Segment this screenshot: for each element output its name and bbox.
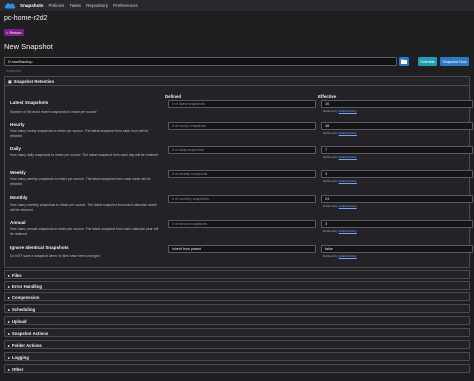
settings-tab-snapshot[interactable]: Snapshot (6, 69, 21, 73)
section-compression[interactable]: ▸ Compression (4, 292, 470, 301)
global-policy-link[interactable]: Global Policy (339, 204, 357, 208)
annual-defined-input[interactable]: # of annual snapshots (168, 220, 316, 228)
row-help-weekly: How many weekly snapshots to retain per … (10, 177, 151, 186)
path-input[interactable]: D:\ws\Backup (4, 57, 397, 66)
global-policy-link[interactable]: Global Policy (339, 229, 357, 233)
retention-header[interactable]: ▣ Snapshot Retention (5, 77, 469, 86)
monthly-defined-input[interactable]: # of monthly snapshots (168, 195, 316, 203)
collapse-icon: ▣ (8, 79, 12, 84)
global-policy-link[interactable]: Global Policy (339, 131, 357, 135)
section-scheduling[interactable]: ▸ Scheduling (4, 304, 470, 313)
latest-defined-by: Defined by Global Policy (323, 109, 357, 113)
section-other[interactable]: ▸ Other (4, 364, 470, 373)
ignore-identical-defined-by: Defined by Global Policy (323, 254, 357, 258)
estimate-button[interactable]: Estimate (418, 57, 437, 66)
section-title: Other (11, 367, 24, 372)
section-icon: ▸ (8, 320, 10, 324)
row-label-latest: Latest Snapshots (10, 100, 49, 105)
row-help-ignore-identical: Do NOT save a snapshot when no files hav… (10, 254, 100, 258)
folder-icon (401, 59, 407, 64)
nav-preferences[interactable]: Preferences (113, 3, 138, 8)
row-label-annual: Annual (10, 220, 26, 225)
section-icon: ▸ (8, 344, 10, 348)
nav-snapshots[interactable]: Snapshots (20, 3, 43, 8)
section-title: Snapshot Actions (11, 331, 49, 336)
retention-title: Snapshot Retention (13, 78, 55, 84)
ignore-identical-effective-value: false (321, 245, 473, 253)
row-help-latest: Number of the most recent snapshots to r… (10, 110, 97, 114)
section-upload[interactable]: ▸ Upload (4, 316, 470, 325)
browse-folder-button[interactable] (399, 57, 409, 66)
section-title: Error Handling (11, 284, 42, 289)
latest-defined-input[interactable]: # of latest snapshots (168, 100, 316, 108)
daily-effective-value: 7 (321, 146, 473, 154)
top-navbar: Snapshots Policies Tasks Repository Pref… (0, 0, 474, 11)
section-icon: ▸ (8, 356, 10, 360)
section-icon: ▸ (8, 274, 10, 278)
section-title: Folder Actions (11, 343, 42, 348)
row-help-monthly: How many monthly snapshots to retain per… (10, 203, 158, 212)
row-label-monthly: Monthly (10, 195, 28, 200)
global-policy-link[interactable]: Global Policy (339, 109, 357, 113)
monthly-defined-by: Defined by Global Policy (323, 204, 357, 208)
weekly-defined-input[interactable]: # of weekly snapshots (168, 170, 316, 178)
daily-defined-input[interactable]: # of daily snapshots (168, 146, 316, 154)
global-policy-link[interactable]: Global Policy (339, 254, 357, 258)
section-folder-actions[interactable]: ▸ Folder Actions (4, 340, 470, 349)
section-title: Scheduling (11, 307, 36, 312)
monthly-effective-value: 24 (321, 195, 473, 203)
row-help-daily: How many daily snapshots to retain per s… (10, 153, 158, 157)
nav-tasks[interactable]: Tasks (69, 3, 81, 8)
annual-effective-value: 3 (321, 220, 473, 228)
section-error-handling[interactable]: ▸ Error Handling (4, 281, 470, 290)
section-icon: ▸ (8, 332, 10, 336)
cloud-logo-icon[interactable] (4, 2, 16, 9)
hourly-defined-input[interactable]: # of hourly snapshots (168, 122, 316, 130)
section-icon: ▸ (8, 368, 10, 372)
retention-panel: ▣ Snapshot Retention Defined Effective L… (4, 76, 473, 268)
annual-defined-by: Defined by Global Policy (323, 229, 357, 233)
row-help-annual: How many annual snapshots to retain per … (10, 227, 159, 236)
page-title: New Snapshot (4, 42, 53, 51)
global-policy-link[interactable]: Global Policy (339, 155, 357, 159)
section-title: Upload (11, 319, 27, 324)
hostname-heading: pc-home-r2d2 (4, 15, 48, 22)
hourly-defined-by: Defined by Global Policy (323, 131, 357, 135)
row-help-hourly: How many hourly snapshots to retain per … (10, 129, 149, 138)
daily-defined-by: Defined by Global Policy (323, 155, 357, 159)
section-title: Logging (11, 355, 29, 360)
weekly-effective-value: 4 (321, 170, 473, 178)
snapshot-now-button[interactable]: Snapshot Now (440, 57, 469, 66)
section-icon: ▸ (8, 296, 10, 300)
latest-effective-value: 10 (321, 100, 473, 108)
ignore-identical-select[interactable]: inherit from parent (168, 245, 316, 253)
section-files[interactable]: ▸ Files (4, 270, 470, 279)
nav-policies[interactable]: Policies (48, 3, 64, 8)
section-icon: ▸ (8, 285, 10, 289)
section-title: Files (11, 273, 22, 278)
row-label-daily: Daily (10, 146, 21, 151)
hourly-effective-value: 48 (321, 122, 473, 130)
section-icon: ▸ (8, 308, 10, 312)
effective-column-header: Effective (318, 94, 337, 99)
weekly-defined-by: Defined by Global Policy (323, 179, 357, 183)
section-title: Compression (11, 295, 40, 300)
return-button[interactable]: < Return (4, 29, 24, 36)
row-label-weekly: Weekly (10, 170, 26, 175)
section-logging[interactable]: ▸ Logging (4, 352, 470, 361)
nav-repository[interactable]: Repository (86, 3, 108, 8)
global-policy-link[interactable]: Global Policy (339, 179, 357, 183)
row-label-hourly: Hourly (10, 122, 25, 127)
row-label-ignore-identical: Ignore Identical Snapshots (10, 245, 69, 250)
defined-column-header: Defined (165, 94, 182, 99)
section-snapshot-actions[interactable]: ▸ Snapshot Actions (4, 328, 470, 337)
